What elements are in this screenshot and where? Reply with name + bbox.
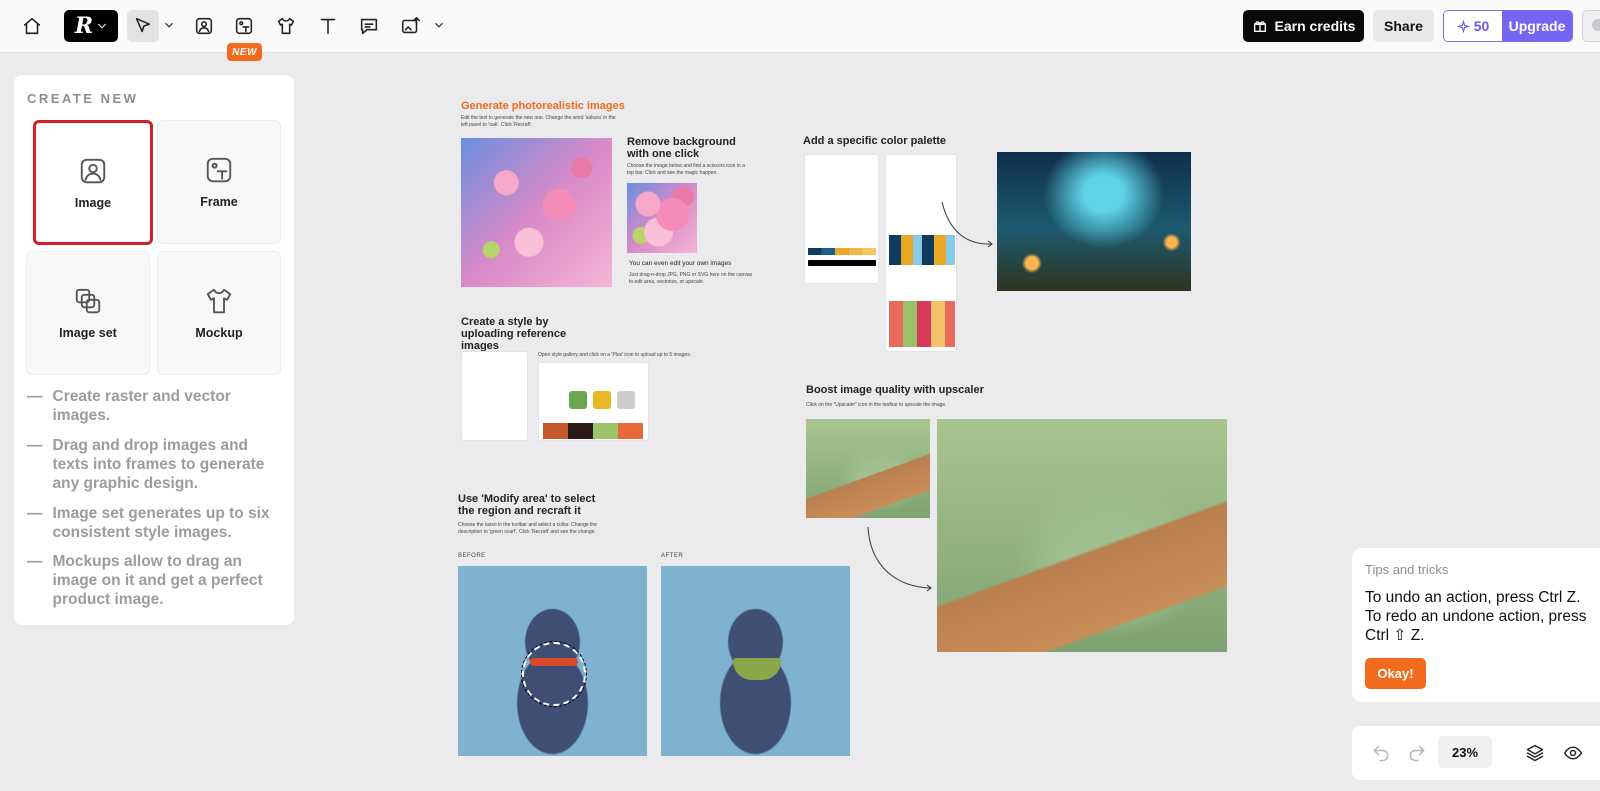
layers-icon: [1526, 744, 1544, 762]
credits-value: 50: [1473, 18, 1490, 34]
arrow-connector: [941, 201, 993, 248]
edit-own-title: You can even edit your own images: [629, 260, 732, 267]
text-tool-button[interactable]: [312, 10, 344, 42]
select-tool-dropdown[interactable]: [162, 18, 176, 32]
frame-icon: [206, 157, 232, 183]
gen-description: Edit the text to generate the new one. C…: [461, 115, 616, 128]
upgrade-button[interactable]: Upgrade: [1502, 11, 1572, 41]
tips-title: Tips and tricks: [1365, 562, 1449, 577]
create-new-panel: CREATE NEW Image Frame Image set Mockup …: [14, 75, 294, 625]
create-frame-tile[interactable]: Frame: [157, 120, 281, 244]
credits-count[interactable]: 50: [1444, 11, 1502, 41]
chevron-down-icon: [435, 22, 443, 28]
app-logo-icon: R: [74, 13, 94, 39]
edit-own-description: Just drag-n-drop JPG, PNG or SVG here on…: [629, 272, 753, 285]
palette-title: Add a specific color palette: [803, 135, 947, 147]
modify-title: Use 'Modify area' to select the region a…: [458, 493, 596, 517]
earn-credits-label: Earn credits: [1274, 18, 1356, 34]
remove-bg-image[interactable]: [627, 183, 697, 253]
text-icon: [320, 18, 336, 35]
help-button[interactable]: [1596, 740, 1600, 766]
select-tool-button[interactable]: [127, 10, 159, 42]
create-image-set-tile[interactable]: Image set: [26, 251, 150, 375]
preview-button[interactable]: [1560, 740, 1586, 766]
gift-icon: [1253, 21, 1266, 32]
image-set-icon: [75, 288, 101, 314]
description-item: — Drag and drop images and texts into fra…: [27, 437, 265, 492]
home-button[interactable]: [16, 10, 48, 42]
share-button[interactable]: Share: [1373, 10, 1434, 42]
upscale-description: Click on the "Upscaler" icon in the tool…: [806, 402, 947, 408]
tips-popup: Tips and tricks To undo an action, press…: [1352, 548, 1600, 702]
description-item: — Mockups allow to drag an image on it an…: [27, 553, 263, 608]
chevron-down-icon: [98, 23, 106, 29]
dog-before-image[interactable]: [458, 566, 647, 756]
room-small-image[interactable]: [806, 419, 930, 518]
comment-icon: [360, 18, 378, 35]
description-item: — Create raster and vector images.: [27, 388, 231, 424]
arrow-connector: [867, 526, 932, 592]
remove-bg-description: Choose the image below and find a scisso…: [627, 163, 745, 176]
redo-button[interactable]: [1404, 740, 1430, 766]
earn-credits-button[interactable]: Earn credits: [1243, 10, 1364, 42]
modify-description: Choose the lasso in the toolbar and sele…: [458, 522, 597, 535]
upload-tool-dropdown[interactable]: [432, 18, 446, 32]
palette-swatches-mockup: [885, 154, 957, 352]
room-upscaled-image[interactable]: [937, 419, 1227, 652]
create-image-tile[interactable]: Image: [33, 120, 153, 245]
tips-text: To undo an action, press Ctrl Z. To redo…: [1365, 589, 1587, 644]
tile-label: Mockup: [195, 326, 243, 340]
okay-button[interactable]: Okay!: [1365, 658, 1426, 689]
new-badge: NEW: [227, 43, 262, 61]
cursor-icon: [135, 17, 151, 33]
image-icon: [80, 158, 106, 183]
bottom-controls: 23%: [1352, 726, 1600, 780]
tshirt-icon: [206, 288, 232, 314]
before-label: BEFORE: [458, 553, 486, 559]
tile-label: Frame: [200, 195, 238, 209]
upscale-title: Boost image quality with upscaler: [806, 384, 984, 396]
tshirt-icon: [277, 17, 295, 35]
undo-button[interactable]: [1368, 740, 1394, 766]
sparkle-icon: [1456, 19, 1470, 33]
image-icon: [195, 17, 213, 35]
upload-tool-button[interactable]: [395, 10, 427, 42]
style-gallery-mockup: [538, 362, 649, 441]
gen-title: Generate photorealistic images: [461, 100, 625, 112]
style-ui-mockup: [461, 351, 528, 441]
frame-icon: [235, 17, 253, 35]
style-description: Open style gallery and click on a 'Plus'…: [538, 352, 692, 358]
credits-widget: 50 Upgrade: [1443, 10, 1573, 42]
remove-bg-title: Remove background with one click: [627, 136, 736, 160]
redo-icon: [1409, 745, 1425, 762]
image-tool-button[interactable]: [188, 10, 220, 42]
undo-icon: [1373, 745, 1389, 762]
tile-label: Image: [74, 195, 112, 210]
home-icon: [23, 17, 41, 35]
upload-image-icon: [401, 16, 421, 34]
layers-button[interactable]: [1522, 740, 1548, 766]
after-label: AFTER: [661, 553, 684, 559]
tile-label: Image set: [59, 326, 117, 340]
comment-tool-button[interactable]: [353, 10, 385, 42]
frame-tool-button[interactable]: [228, 10, 260, 42]
description-item: — Image set generates up to six consisten…: [27, 505, 270, 541]
logo-menu-button[interactable]: R: [64, 10, 118, 42]
zoom-level[interactable]: 23%: [1438, 736, 1492, 768]
panel-title: CREATE NEW: [27, 91, 139, 106]
style-title: Create a style by uploading reference im…: [461, 316, 567, 352]
top-toolbar: R NEW Earn credits Share 50 Upgrade: [0, 0, 1600, 61]
cherry-blossom-image[interactable]: [461, 138, 612, 287]
create-mockup-tile[interactable]: Mockup: [157, 251, 281, 375]
fantasy-landscape-image[interactable]: [997, 152, 1191, 291]
mockup-tool-button[interactable]: [270, 10, 302, 42]
palette-ui-mockup: [804, 154, 879, 284]
dog-after-image[interactable]: [661, 566, 850, 756]
eye-icon: [1563, 746, 1583, 760]
avatar[interactable]: [1582, 10, 1600, 42]
chevron-down-icon: [165, 22, 173, 28]
